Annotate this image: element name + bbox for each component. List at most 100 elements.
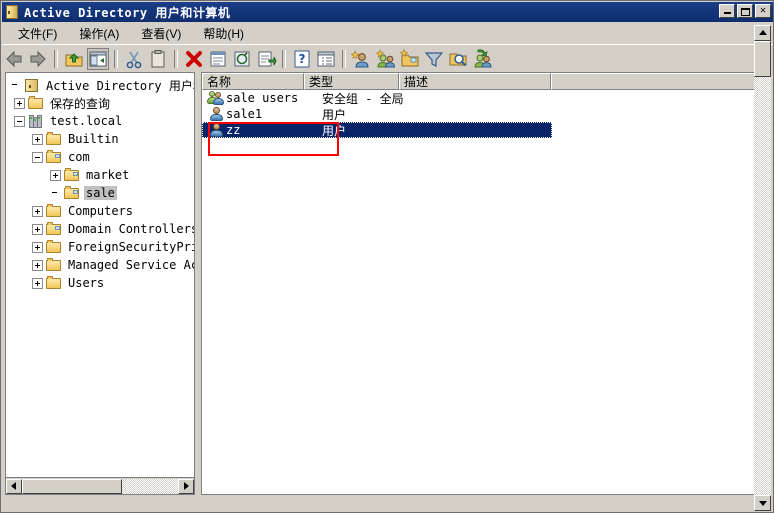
tree-node-com[interactable]: com (6, 148, 194, 166)
scroll-thumb[interactable] (22, 478, 122, 494)
tree-node-label: Managed Service Accounts (68, 258, 194, 272)
cell-name: sale users (226, 91, 299, 105)
toolbar-separator (342, 49, 346, 68)
scroll-left-button[interactable] (6, 478, 22, 494)
folder-icon (46, 131, 62, 147)
scroll-track[interactable] (22, 478, 178, 494)
folder-icon (46, 239, 62, 255)
expander-plus-icon[interactable] (32, 277, 43, 289)
back-icon[interactable] (3, 48, 25, 70)
expander-plus-icon[interactable] (14, 97, 25, 109)
expander-plus-icon[interactable] (50, 169, 61, 181)
tree-node-builtin[interactable]: Builtin (6, 130, 194, 148)
forward-icon[interactable] (27, 48, 49, 70)
tree-node-label: Active Directory 用户和计算机 (46, 78, 194, 93)
menu-file[interactable]: 文件(F) (8, 23, 67, 44)
tree-node-foreign-security-principals[interactable]: ForeignSecurityPrincipals (6, 238, 194, 256)
tree-node-label: market (86, 168, 130, 182)
expander-plus-icon[interactable] (32, 133, 43, 145)
ou-folder-icon (46, 221, 62, 237)
new-ou-icon[interactable] (399, 48, 421, 70)
folder-icon (46, 257, 62, 273)
tree-node-label-selected: sale (84, 186, 117, 200)
user-icon (206, 122, 223, 138)
show-hide-tree-icon[interactable] (87, 47, 109, 70)
tree-node-label: Computers (68, 204, 134, 218)
column-header-description[interactable]: 描述 (399, 73, 551, 90)
ou-folder-icon (64, 185, 80, 201)
domain-icon (28, 114, 44, 129)
tree-node-label: com (68, 150, 90, 164)
delete-icon[interactable] (183, 48, 205, 70)
tree-node-sale[interactable]: sale (6, 184, 194, 202)
expander-plus-icon[interactable] (32, 259, 43, 271)
expander-plus-icon[interactable] (32, 205, 43, 217)
scroll-thumb[interactable] (754, 41, 771, 77)
title-bar[interactable]: Active Directory 用户和计算机 ✕ (2, 2, 773, 22)
tree-node-label: Users (68, 276, 105, 290)
help-icon[interactable]: ? (291, 48, 313, 70)
toolbar-separator (174, 49, 178, 68)
column-header-name[interactable]: 名称 (202, 73, 304, 90)
cut-icon[interactable] (123, 48, 145, 70)
tree-node-saved-queries[interactable]: 保存的查询 (6, 94, 194, 112)
properties-icon[interactable] (207, 48, 229, 70)
window-vertical-scrollbar[interactable] (754, 25, 771, 511)
tree-node-root[interactable]: Active Directory 用户和计算机 (6, 76, 194, 94)
tree-node-computers[interactable]: Computers (6, 202, 194, 220)
find-icon[interactable] (447, 48, 469, 70)
tree-node-market[interactable]: market (6, 166, 194, 184)
tree-node-managed-service-accounts[interactable]: Managed Service Accounts (6, 256, 194, 274)
cell-type: 用户 (322, 107, 347, 122)
scroll-down-button[interactable] (754, 495, 771, 511)
show-users-icon[interactable] (315, 48, 337, 70)
tree-node-label: Domain Controllers (68, 222, 194, 236)
cell-name: sale1 (226, 107, 263, 121)
tree-horizontal-scrollbar[interactable] (6, 477, 194, 494)
user-icon (206, 106, 223, 122)
tree-view[interactable]: Active Directory 用户和计算机 保存的查询 test.local… (6, 73, 194, 477)
menu-view[interactable]: 查看(V) (131, 23, 191, 44)
up-one-level-icon[interactable] (63, 48, 85, 70)
minimize-button[interactable] (719, 4, 735, 18)
refresh-icon[interactable] (231, 48, 253, 70)
table-row-selected[interactable]: zz 用户 (202, 122, 552, 138)
menu-action[interactable]: 操作(A) (69, 23, 129, 44)
table-row[interactable]: sale1 用户 (202, 106, 766, 122)
toolbar-separator (114, 49, 118, 68)
adu-c-window: Active Directory 用户和计算机 ✕ 文件(F) 操作(A) 查看… (0, 0, 774, 513)
new-group-icon[interactable] (375, 48, 397, 70)
table-row[interactable]: sale users 安全组 - 全局 (202, 90, 766, 106)
menu-help[interactable]: 帮助(H) (193, 23, 254, 44)
filter-icon[interactable] (423, 48, 445, 70)
toolbar-separator (54, 49, 58, 68)
group-icon (206, 90, 224, 106)
tree-node-test-local[interactable]: test.local (6, 112, 194, 130)
column-header-type[interactable]: 类型 (304, 73, 399, 90)
ou-folder-icon (64, 167, 80, 183)
expander-minus-icon[interactable] (32, 151, 43, 163)
expander-plus-icon[interactable] (32, 241, 43, 253)
cell-type: 用户 (322, 123, 347, 138)
toolbar: ? (2, 44, 773, 72)
scroll-right-button[interactable] (178, 478, 194, 494)
scroll-track[interactable] (754, 41, 771, 495)
console-door-icon (5, 5, 19, 19)
tree-node-label: ForeignSecurityPrincipals (68, 240, 194, 254)
tree-node-label: Builtin (68, 132, 119, 146)
new-user-icon[interactable] (351, 48, 373, 70)
maximize-button[interactable] (737, 4, 753, 18)
delegate-control-icon[interactable] (471, 48, 493, 70)
console-tree-pane: Active Directory 用户和计算机 保存的查询 test.local… (5, 72, 195, 495)
tree-node-label: test.local (50, 114, 123, 128)
cell-type: 安全组 - 全局 (322, 91, 404, 106)
expander-plus-icon[interactable] (32, 223, 43, 235)
scroll-up-button[interactable] (754, 25, 771, 41)
paste-icon[interactable] (147, 48, 169, 70)
tree-node-users[interactable]: Users (6, 274, 194, 292)
expander-minus-icon[interactable] (14, 115, 25, 127)
export-list-icon[interactable] (255, 48, 277, 70)
tree-node-domain-controllers[interactable]: Domain Controllers (6, 220, 194, 238)
folder-icon (46, 275, 62, 291)
close-button[interactable]: ✕ (755, 4, 771, 18)
